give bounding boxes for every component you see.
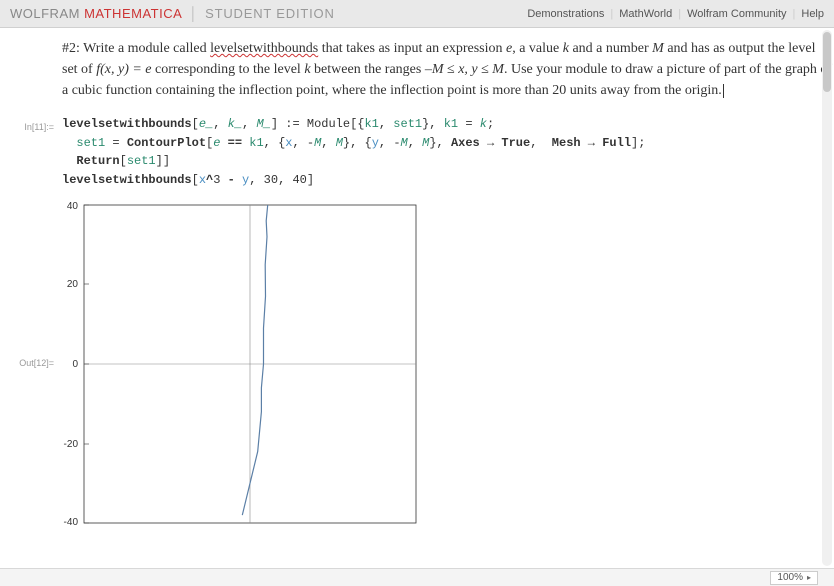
notebook-content: #2: Write a module called levelsetwithbo… [0, 28, 834, 568]
ytick-20: 20 [67, 279, 79, 290]
scrollbar-thumb[interactable] [823, 32, 831, 92]
in-label: In[11]:= [24, 122, 54, 132]
ytick-40: 40 [67, 201, 79, 212]
link-sep: | [793, 8, 796, 20]
link-mathworld[interactable]: MathWorld [619, 8, 672, 20]
brand-wolfram: WOLFRAM [10, 6, 80, 21]
brand-divider: │ [189, 6, 198, 21]
problem-text[interactable]: #2: Write a module called levelsetwithbo… [62, 38, 834, 101]
zoom-control[interactable]: 100% ▸ [770, 571, 818, 585]
plot-output[interactable]: 40 20 0 -20 -40 [62, 199, 834, 534]
top-bar: WOLFRAM MATHEMATICA │ STUDENT EDITION De… [0, 0, 834, 28]
link-demonstrations[interactable]: Demonstrations [527, 8, 604, 20]
brand-edition: STUDENT EDITION [205, 6, 335, 21]
brand: WOLFRAM MATHEMATICA │ STUDENT EDITION [10, 6, 335, 21]
problem-modname: levelsetwithbounds [210, 41, 318, 56]
text-cursor [722, 83, 724, 98]
ytick-m40: -40 [64, 517, 79, 528]
zoom-dropdown-icon: ▸ [807, 573, 811, 582]
link-community[interactable]: Wolfram Community [687, 8, 786, 20]
brand-mathematica: MATHEMATICA [84, 6, 182, 21]
contour-plot: 40 20 0 -20 -40 [62, 199, 422, 529]
link-help[interactable]: Help [801, 8, 824, 20]
zoom-value: 100% [777, 572, 803, 583]
ytick-0: 0 [72, 359, 78, 370]
output-cell: Out[12]= 40 20 0 -20 -40 [0, 193, 834, 534]
scrollbar-vertical[interactable] [822, 30, 832, 566]
top-links: Demonstrations | MathWorld | Wolfram Com… [527, 8, 824, 20]
out-label: Out[12]= [19, 358, 54, 368]
text-cell[interactable]: #2: Write a module called levelsetwithbo… [0, 28, 834, 115]
input-cell[interactable]: In[11]:= levelsetwithbounds[e_, k_, M_] … [0, 115, 834, 189]
link-sep: | [678, 8, 681, 20]
code-block[interactable]: levelsetwithbounds[e_, k_, M_] := Module… [62, 115, 834, 189]
problem-prefix: #2: Write a module called [62, 41, 210, 56]
contour-curve [242, 205, 267, 515]
ytick-m20: -20 [64, 439, 79, 450]
link-sep: | [610, 8, 613, 20]
status-bar: 100% ▸ [0, 568, 834, 586]
